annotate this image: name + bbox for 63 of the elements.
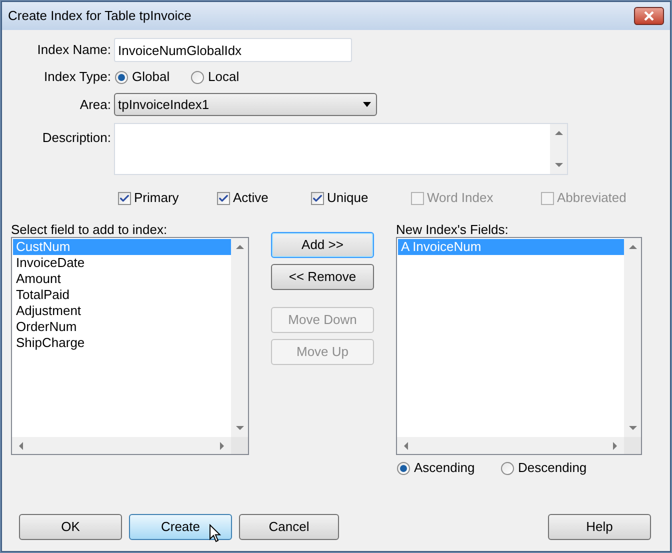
- dialog-button[interactable]: Cancel: [239, 514, 339, 540]
- field-label: Area:: [78, 96, 112, 114]
- checkbox[interactable]: [311, 192, 324, 204]
- check-icon: [218, 192, 229, 204]
- checkbox-label: Word Index: [427, 189, 494, 208]
- list-item[interactable]: Amount: [13, 271, 231, 287]
- checkbox-label: Primary: [134, 189, 179, 208]
- scroll-down-icon[interactable]: [554, 162, 562, 168]
- checkbox-label: Active: [233, 189, 268, 208]
- close-button[interactable]: [634, 7, 664, 25]
- vertical-scrollbar[interactable]: [550, 124, 567, 174]
- scroll-right-icon[interactable]: [612, 442, 618, 450]
- checkbox[interactable]: [118, 192, 131, 204]
- dialog-button[interactable]: Create: [129, 514, 232, 540]
- field-label: Index Name:: [36, 41, 112, 60]
- scroll-up-icon[interactable]: [236, 244, 244, 250]
- radio-button[interactable]: [501, 462, 514, 474]
- scroll-up-icon[interactable]: [554, 130, 562, 136]
- radio-button[interactable]: [397, 462, 410, 474]
- scroll-left-icon[interactable]: [403, 442, 409, 450]
- list-box[interactable]: CustNum InvoiceDate Amount TotalPaid Adjustment OrderNum ShipCharge: [11, 237, 249, 455]
- list-item[interactable]: OrderNum: [13, 319, 231, 335]
- scroll-down-icon[interactable]: [236, 425, 244, 431]
- dialog-button[interactable]: Help: [548, 514, 651, 540]
- horizontal-scrollbar[interactable]: [12, 437, 231, 454]
- list-item[interactable]: TotalPaid: [13, 287, 231, 303]
- radio-label: Ascending: [414, 459, 475, 478]
- area-dropdown[interactable]: tpInvoiceIndex1: [114, 93, 377, 116]
- scroll-down-icon[interactable]: [628, 425, 636, 431]
- field-label: Index Type:: [43, 68, 112, 86]
- scroll-right-icon[interactable]: [219, 442, 225, 450]
- radio-label: Descending: [518, 459, 587, 478]
- dialog-button[interactable]: OK: [19, 514, 122, 540]
- checkbox-label: Unique: [327, 189, 368, 208]
- radio-label: Global: [132, 68, 170, 86]
- dialog-button[interactable]: << Remove: [271, 264, 374, 290]
- radio-label: Local: [208, 68, 240, 86]
- close-icon: [644, 11, 654, 21]
- dropdown-arrow-icon: [363, 102, 371, 107]
- list-item[interactable]: Adjustment: [13, 303, 231, 319]
- vertical-scrollbar[interactable]: [231, 238, 248, 437]
- scrollbar-corner: [231, 437, 248, 454]
- list-label: Select field to add to index:: [11, 222, 168, 237]
- radio-button[interactable]: [115, 70, 128, 84]
- window-title: Create Index for Table tpInvoice: [8, 7, 192, 26]
- list-label: New Index's Fields:: [396, 222, 510, 237]
- field-label: Description:: [41, 129, 112, 147]
- cursor-icon: [209, 524, 221, 543]
- check-icon: [119, 192, 130, 204]
- horizontal-scrollbar[interactable]: [397, 437, 624, 454]
- vertical-scrollbar[interactable]: [624, 238, 641, 437]
- check-icon: [312, 192, 323, 204]
- index-name-field[interactable]: InvoiceNumGlobalIdx: [114, 38, 352, 62]
- checkbox-label: Abbreviated: [557, 189, 626, 208]
- scroll-up-icon[interactable]: [628, 244, 636, 250]
- checkbox[interactable]: [217, 192, 230, 204]
- list-item[interactable]: InvoiceDate: [13, 255, 231, 271]
- radio-button[interactable]: [191, 70, 204, 84]
- scroll-left-icon[interactable]: [18, 442, 24, 450]
- dialog-button[interactable]: Add >>: [271, 232, 374, 258]
- list-item[interactable]: ShipCharge: [13, 335, 231, 351]
- scrollbar-corner: [624, 437, 641, 454]
- description-field[interactable]: [114, 123, 568, 175]
